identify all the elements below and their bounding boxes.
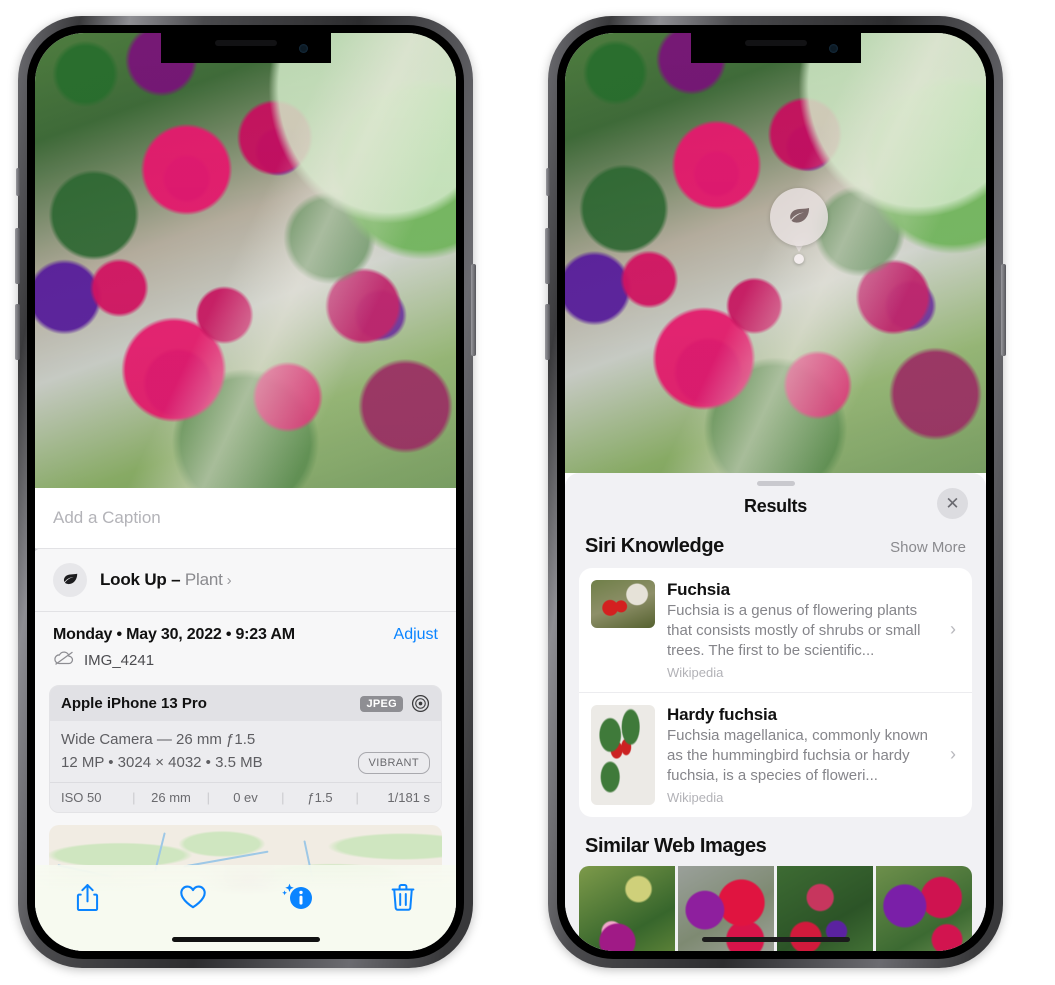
image-specs: 12 MP • 3024 × 4032 • 3.5 MB: [61, 753, 263, 771]
similar-web-images-header: Similar Web Images: [565, 817, 986, 866]
filename-row: IMG_4241: [35, 650, 456, 685]
share-icon[interactable]: [66, 877, 110, 917]
lens-info: Wide Camera — 26 mm ƒ1.5: [61, 731, 256, 748]
results-title: Results: [744, 496, 807, 516]
knowledge-card-fuchsia[interactable]: Fuchsia Fuchsia is a genus of flowering …: [579, 568, 972, 692]
home-indicator[interactable]: [171, 937, 320, 942]
side-power-button-right[interactable]: [1001, 264, 1006, 356]
exif-exposure: 0 ev: [233, 790, 258, 805]
pin-anchor-dot: [794, 254, 804, 264]
fuchsia-thumbnail: [591, 580, 655, 628]
siri-knowledge-cards: Fuchsia Fuchsia is a genus of flowering …: [579, 568, 972, 817]
volume-up-button-right[interactable]: [545, 228, 550, 284]
earpiece-speaker: [744, 40, 807, 46]
home-indicator[interactable]: [701, 937, 850, 942]
mute-switch-right[interactable]: [546, 168, 550, 196]
right-phone-bezel: Results ✕ Siri Knowledge Show More Fuchs…: [557, 25, 994, 959]
heart-icon[interactable]: [171, 877, 215, 917]
specs-row: 12 MP • 3024 × 4032 • 3.5 MB VIBRANT: [61, 751, 430, 774]
knowledge-card-body: Fuchsia Fuchsia is a genus of flowering …: [667, 580, 938, 680]
visual-lookup-pin[interactable]: [770, 188, 828, 264]
photographic-style-badge: VIBRANT: [357, 751, 430, 774]
earpiece-speaker: [214, 40, 277, 46]
icloud-slash-icon: [53, 650, 75, 671]
exif-iso: ISO 50: [61, 790, 102, 805]
front-camera-icon: [828, 44, 838, 53]
device-model: Apple iPhone 13 Pro: [61, 695, 207, 712]
knowledge-card-body: Hardy fuchsia Fuchsia magellanica, commo…: [667, 705, 938, 805]
exif-row: ISO 50 | 26 mm | 0 ev | ƒ1.5 | 1/181 s: [50, 782, 441, 812]
show-more-button[interactable]: Show More: [890, 539, 966, 556]
photo-fuchsia-garden-right[interactable]: [565, 33, 986, 473]
trash-icon[interactable]: [381, 877, 425, 917]
photo-lighting-overlay: [35, 33, 456, 488]
volume-up-button[interactable]: [15, 228, 20, 284]
hardy-fuchsia-thumbnail: [591, 704, 655, 805]
knowledge-card-title: Fuchsia: [667, 580, 730, 599]
similar-image-4[interactable]: [876, 865, 972, 951]
metadata-badges: JPEG: [360, 694, 430, 713]
section-title-siri-knowledge: Siri Knowledge: [585, 535, 724, 557]
camera-metadata-card[interactable]: Apple iPhone 13 Pro JPEG Wide Camera — 2…: [49, 685, 442, 813]
screenshot-stage: Add a Caption ✦ ✦ Look Up – Plant›: [0, 0, 1055, 985]
results-sheet: Results ✕ Siri Knowledge Show More Fuchs…: [565, 473, 986, 951]
look-up-subject: Plant: [184, 570, 223, 589]
results-header: Results ✕: [565, 486, 986, 533]
info-sparkle-icon[interactable]: [276, 877, 320, 917]
chevron-right-icon: ›: [226, 572, 232, 589]
look-up-title: Look Up –: [100, 570, 181, 589]
knowledge-card-title: Hardy fuchsia: [667, 704, 777, 724]
knowledge-card-description: Fuchsia magellanica, commonly known as t…: [667, 726, 928, 784]
look-up-label: Look Up – Plant ›: [100, 570, 232, 590]
exif-focal: 26 mm: [151, 790, 191, 805]
right-phone-device: Results ✕ Siri Knowledge Show More Fuchs…: [545, 16, 1006, 968]
volume-down-button[interactable]: [15, 304, 20, 360]
front-camera-icon: [298, 44, 308, 53]
photo-lighting-overlay-right: [565, 33, 986, 473]
left-phone-screen: Add a Caption ✦ ✦ Look Up – Plant›: [35, 33, 456, 951]
chevron-right-icon: ›: [950, 744, 956, 765]
knowledge-card-description: Fuchsia is a genus of flowering plants t…: [667, 602, 921, 659]
close-icon[interactable]: ✕: [937, 488, 968, 519]
section-title-similar-web-images: Similar Web Images: [585, 834, 767, 857]
right-phone-screen: Results ✕ Siri Knowledge Show More Fuchs…: [565, 33, 986, 951]
photo-fuchsia-garden[interactable]: [35, 33, 456, 488]
knowledge-card-source: Wikipedia: [667, 789, 724, 805]
left-phone-bezel: Add a Caption ✦ ✦ Look Up – Plant›: [27, 25, 464, 959]
similar-image-1[interactable]: [579, 865, 675, 951]
leaf-icon: [53, 563, 87, 597]
device-notch: [691, 33, 860, 63]
mute-switch[interactable]: [16, 168, 20, 196]
device-notch: [161, 33, 330, 63]
exif-shutter: 1/181 s: [387, 790, 431, 805]
format-badge: JPEG: [360, 695, 403, 712]
photo-datetime: Monday • May 30, 2022 • 9:23 AM: [53, 626, 295, 643]
caption-input[interactable]: Add a Caption: [35, 488, 456, 549]
leaf-icon: [770, 188, 828, 246]
adjust-button[interactable]: Adjust: [394, 626, 438, 644]
sparkle-icon-large: ✦: [35, 543, 40, 558]
siri-knowledge-header: Siri Knowledge Show More: [565, 533, 986, 568]
side-power-button[interactable]: [471, 264, 476, 356]
photo-detail-sheet: Add a Caption ✦ ✦ Look Up – Plant›: [35, 488, 456, 951]
metadata-body: Wide Camera — 26 mm ƒ1.5 12 MP • 3024 × …: [50, 721, 441, 782]
chevron-right-icon: ›: [950, 619, 956, 640]
aperture-icon: [411, 694, 430, 713]
photo-filename: IMG_4241: [84, 652, 155, 669]
left-phone-device: Add a Caption ✦ ✦ Look Up – Plant›: [15, 16, 476, 968]
look-up-row[interactable]: ✦ ✦ Look Up – Plant›: [35, 543, 456, 612]
metadata-header: Apple iPhone 13 Pro JPEG: [50, 686, 441, 721]
volume-down-button-right[interactable]: [545, 304, 550, 360]
date-row: Monday • May 30, 2022 • 9:23 AM Adjust: [35, 612, 456, 650]
knowledge-card-source: Wikipedia: [667, 664, 724, 680]
exif-aperture: ƒ1.5: [307, 790, 333, 805]
knowledge-card-hardy-fuchsia[interactable]: Hardy fuchsia Fuchsia magellanica, commo…: [579, 691, 972, 817]
